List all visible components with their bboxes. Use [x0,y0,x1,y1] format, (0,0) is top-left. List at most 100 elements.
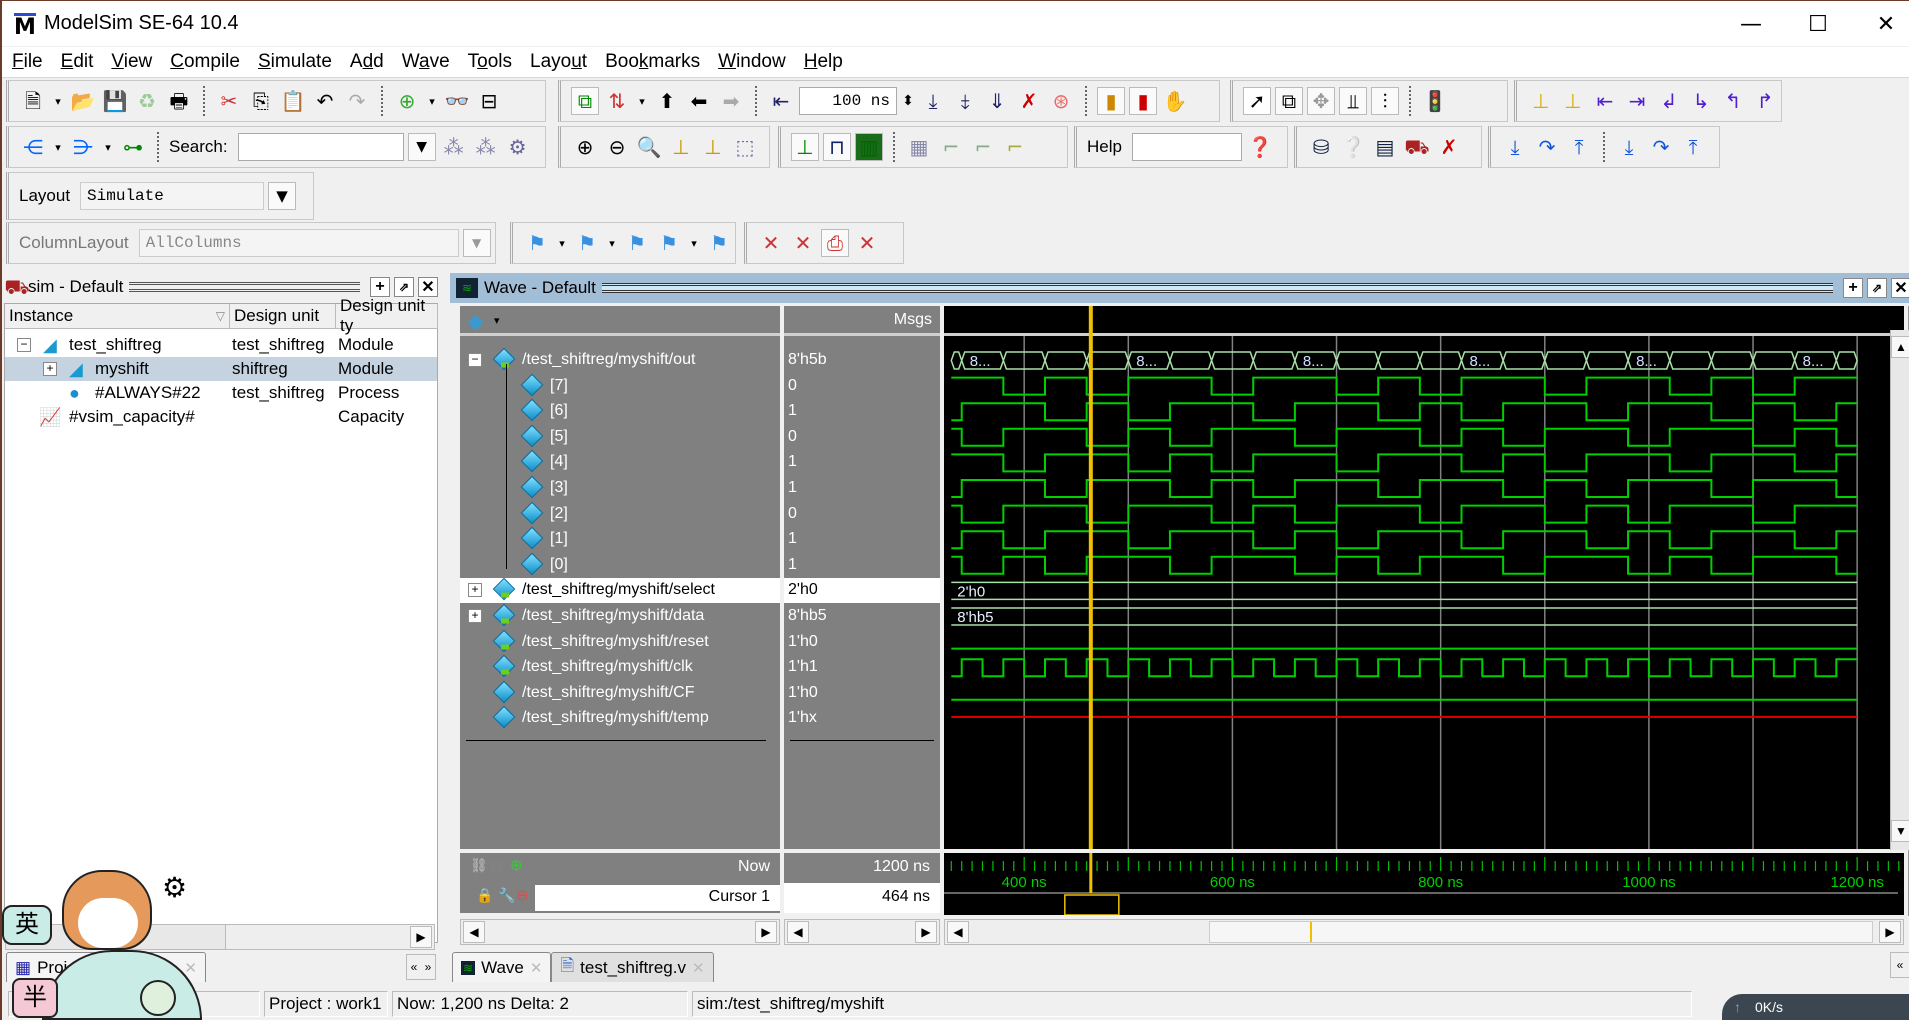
scroll-left-arrow[interactable]: ◀ [787,921,809,943]
menu-edit[interactable]: Edit [53,51,102,73]
close-tab-icon[interactable]: ✕ [692,959,705,977]
find-next-icon[interactable]: ⁂ [472,133,500,161]
run-all-icon[interactable]: ⇓ [983,87,1011,115]
dataflow-icon[interactable]: ⫶ [1371,87,1399,115]
cursor-tools-icon[interactable]: ⛓ [470,857,488,874]
pan-mode-icon[interactable]: ✥ [1307,87,1335,115]
cursor-edit-icon[interactable]: ▤ [490,857,503,874]
signal-row[interactable]: + /test_shiftreg/myshift/select [460,578,780,604]
select-mode-icon[interactable]: ➚ [1243,87,1271,115]
tree-row-always-22[interactable]: ● #ALWAYS#22 test_shiftreg Process [5,381,437,405]
layout-dropdown-button[interactable]: ▼ [268,182,297,210]
column-layout-dropdown-button[interactable]: ▼ [462,229,491,257]
dropdown-arrow-icon[interactable]: ▾ [605,229,619,257]
next-falling-edge-icon[interactable]: ↳ [1687,87,1715,115]
back-arrow-icon[interactable]: ⬅ [685,87,713,115]
next-breakpoint-icon[interactable]: ✕ [789,229,817,257]
search-input[interactable] [237,133,404,161]
scroll-right-arrow[interactable]: ▶ [755,921,777,943]
wave-highlight-icon[interactable]: ▦ [905,133,933,161]
signal-row[interactable]: [2] [460,501,780,527]
column-header-design-unit-type[interactable]: Design unit ty [336,296,438,335]
collapse-toggle[interactable]: − [468,353,482,367]
previous-transition-icon[interactable]: ⇤ [1591,87,1619,115]
add-cursor-icon[interactable]: ⊕ [510,856,523,874]
scroll-left-arrow[interactable]: ◀ [463,921,485,943]
add-icon[interactable]: ⊕ [393,87,421,115]
signal-row[interactable]: /test_shiftreg/myshift/reset [460,629,780,655]
traffic-light-icon[interactable]: 🚦 [1421,87,1449,115]
step-over-thread-icon[interactable]: ↷ [1647,133,1675,161]
restart-icon[interactable]: ⇤ [767,87,795,115]
wave-pane-maximize-button[interactable]: + [1843,278,1863,298]
delete-cursor-icon[interactable]: ⊖ [516,886,529,904]
trace-output-icon[interactable]: ⋺ [69,133,97,161]
dropdown-arrow-icon[interactable]: ▾ [555,229,569,257]
sim-pane-horizontal-scrollbar[interactable]: ▶ [5,924,435,950]
signal-row[interactable]: /test_shiftreg/myshift/clk [460,654,780,680]
find-binoculars-icon[interactable]: 👓 [443,87,471,115]
dropdown-arrow-icon[interactable]: ▾ [51,133,65,161]
zoom-mode-icon[interactable]: ⧉ [1275,87,1303,115]
step-out-thread-icon[interactable]: ⤒ [1679,133,1707,161]
step-into-thread-icon[interactable]: ⤓ [1615,133,1643,161]
tab-scroll-buttons[interactable]: «» [406,954,436,980]
signal-row[interactable]: [4] [460,450,780,475]
column-header-instance[interactable]: Instance ▽ [5,304,230,329]
redo-icon[interactable]: ↷ [343,87,371,115]
copy-icon[interactable]: ⎘ [247,87,275,115]
edit-mode-icon[interactable]: ⫫ [1339,87,1367,115]
menu-view[interactable]: View [103,51,160,73]
column-layout-select[interactable] [138,229,459,257]
break-icon[interactable]: ✗ [1015,87,1043,115]
save-icon[interactable]: 💾 [101,87,129,115]
scroll-right-arrow[interactable]: ▶ [410,926,432,948]
tab-project[interactable]: ▦ Proj ✕ [6,952,206,982]
cursor-wrench-icon[interactable]: 🔧 [498,887,515,904]
tree-row-vsim-capacity[interactable]: 📈 #vsim_capacity# Capacity [5,405,437,429]
wave-pane-drag-handle[interactable] [601,283,1833,293]
step-out-icon[interactable]: ⤒ [1565,133,1593,161]
menu-window[interactable]: Window [710,51,794,73]
menu-bookmarks[interactable]: Bookmarks [597,51,708,73]
find-previous-icon[interactable]: ⁂ [440,133,468,161]
cursor-name[interactable]: Cursor 1 [709,888,770,906]
signal-row[interactable]: [5] [460,424,780,450]
signal-row[interactable]: [1] [460,526,780,552]
menu-wave[interactable]: Wave [394,51,458,73]
menu-layout[interactable]: Layout [522,51,595,73]
next-rising-edge-icon[interactable]: ↱ [1751,87,1779,115]
sim-pane-drag-handle[interactable] [129,282,360,292]
tree-row-test-shiftreg[interactable]: − ◢ test_shiftreg test_shiftreg Module [5,333,437,357]
lock-cursor-icon[interactable]: 🔒 [476,887,493,904]
insert-cursor-icon[interactable]: ⊥ [1527,87,1555,115]
collapse-tree-icon[interactable]: ⊟ [475,87,503,115]
collapse-toggle[interactable]: − [17,338,31,352]
close-tab-icon[interactable]: ✕ [184,959,197,977]
performance-profile-icon[interactable]: ▮ [1097,87,1125,115]
menu-file[interactable]: File [4,51,51,73]
zoom-out-icon[interactable]: ⊖ [603,133,631,161]
names-horizontal-scrollbar[interactable]: ◀ ▶ [460,919,780,945]
zoom-region-icon[interactable]: ⬚ [731,133,759,161]
goto-bookmark-icon[interactable]: ⚑ [705,229,733,257]
wave-signals-menu-icon[interactable]: ◆ [468,309,483,334]
time-ruler[interactable]: 400 ns 600 ns 800 ns 1000 ns 1200 ns [944,853,1904,915]
up-arrow-icon[interactable]: ⬆ [653,87,681,115]
delete-cursor-icon[interactable]: ⊥ [1559,87,1587,115]
maximize-button[interactable]: ☐ [1786,1,1850,47]
expand-toggle[interactable]: + [43,362,57,376]
menu-simulate[interactable]: Simulate [250,51,340,73]
compile-icon[interactable]: ⛁ [1307,133,1335,161]
signal-row[interactable]: − /test_shiftreg/myshift/out [460,347,780,373]
run-length-input[interactable] [799,87,897,115]
prev-breakpoint-icon[interactable]: ✕ [757,229,785,257]
signal-row[interactable]: + /test_shiftreg/myshift/data [460,603,780,629]
sim-pane-undock-button[interactable]: ⇗ [394,277,414,297]
wave-scroll-thumb[interactable] [1209,921,1873,943]
clear-breakpoints-icon[interactable]: ✕ [853,229,881,257]
values-horizontal-scrollbar[interactable]: ◀ ▶ [784,919,940,945]
break-simulation-icon[interactable]: ✗ [1435,133,1463,161]
signal-row[interactable]: /test_shiftreg/myshift/temp [460,706,780,731]
save-bookmark-icon[interactable]: ⚑ [655,229,683,257]
